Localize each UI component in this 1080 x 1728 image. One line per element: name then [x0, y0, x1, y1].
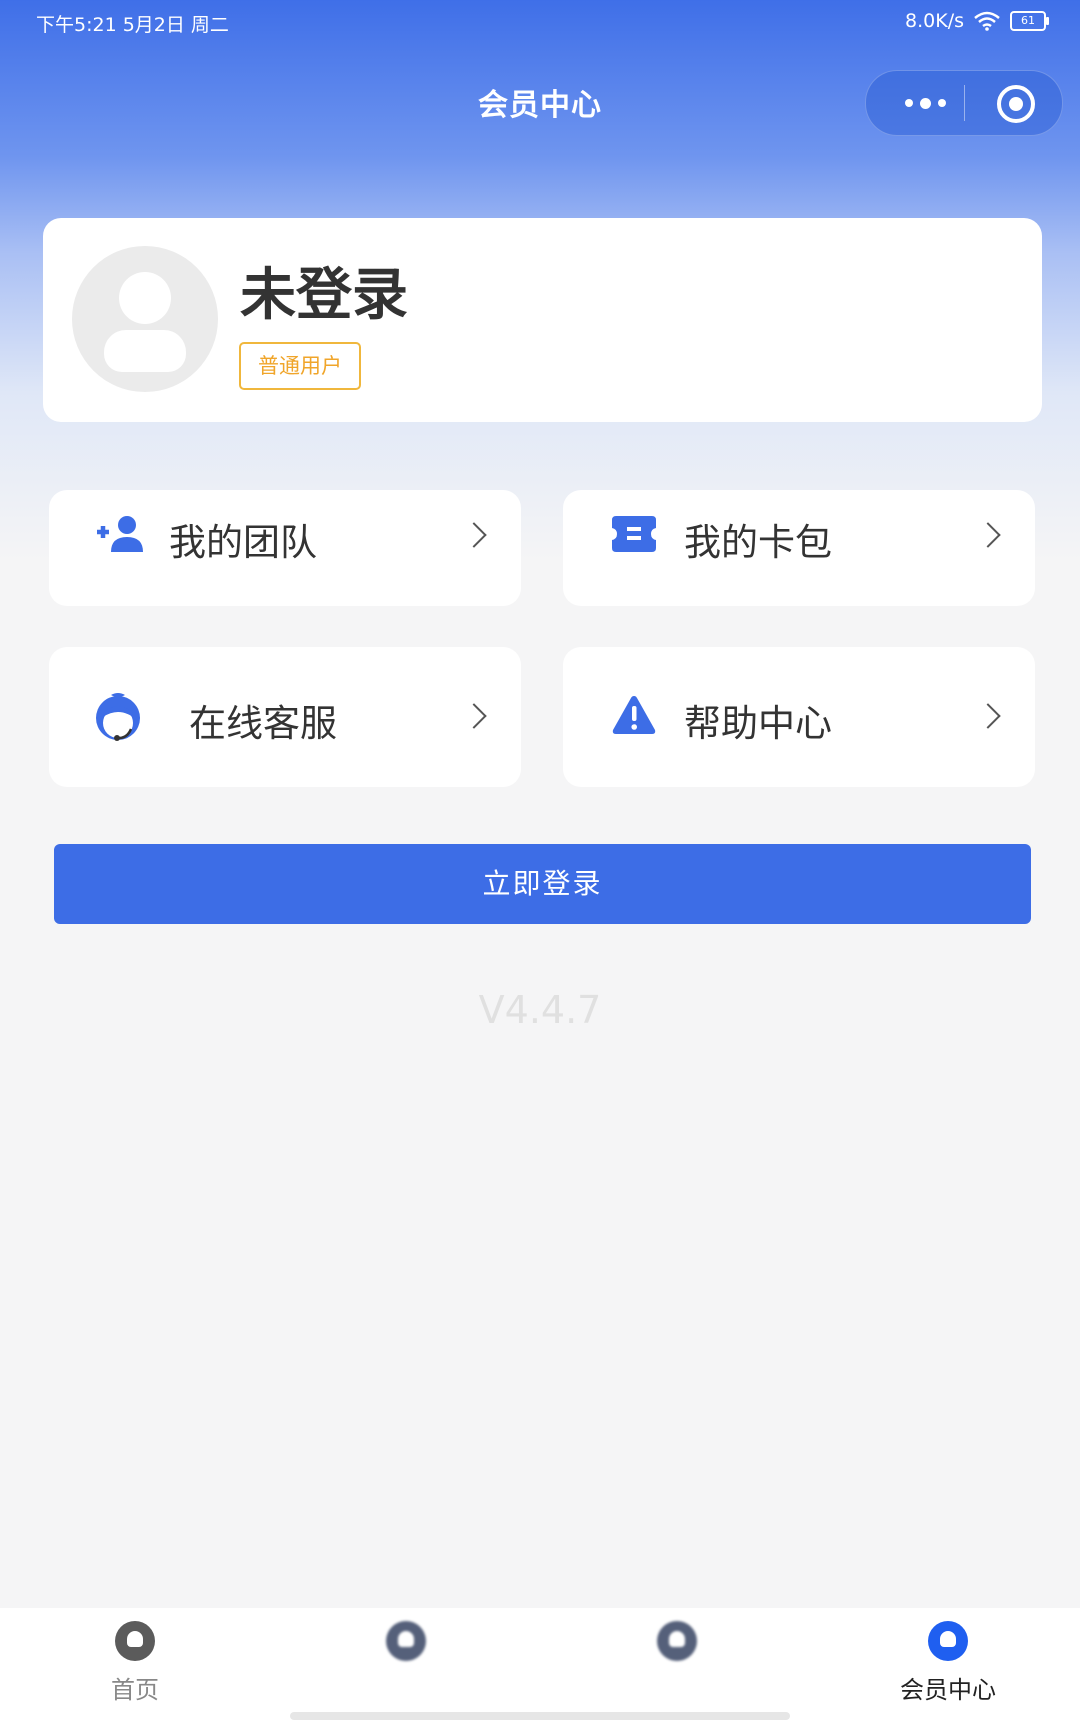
network-speed: 8.0K/s	[905, 10, 964, 32]
home-indicator	[290, 1712, 790, 1720]
chevron-right-icon	[461, 703, 487, 729]
add-user-icon	[97, 516, 143, 552]
status-right: 8.0K/s 61	[905, 10, 1049, 32]
chevron-right-icon	[975, 703, 1001, 729]
profile-card[interactable]: 未登录 普通用户	[43, 218, 1042, 422]
menu-item-team[interactable]: 我的团队	[49, 490, 521, 606]
menu-item-help[interactable]: 帮助中心	[563, 647, 1035, 787]
status-bar: 下午5:21 5月2日 周二 8.0K/s 61	[0, 0, 1080, 44]
customer-service-icon	[96, 693, 140, 741]
chevron-right-icon	[975, 522, 1001, 548]
login-button[interactable]: 立即登录	[54, 844, 1031, 924]
more-icon[interactable]	[890, 71, 960, 135]
tab-icon	[657, 1621, 697, 1661]
tab-member-center[interactable]: 会员中心	[813, 1608, 1080, 1728]
user-level-badge: 普通用户	[239, 342, 361, 390]
tab-3[interactable]	[542, 1608, 812, 1728]
menu-item-service[interactable]: 在线客服	[49, 647, 521, 787]
capsule-divider	[964, 85, 965, 121]
menu-item-label: 帮助中心	[684, 702, 832, 745]
profile-name: 未登录	[240, 263, 408, 328]
avatar[interactable]	[72, 246, 218, 392]
tab-2[interactable]	[271, 1608, 541, 1728]
status-time: 下午5:21 5月2日 周二	[36, 14, 229, 36]
menu-item-label: 我的卡包	[684, 521, 832, 564]
member-icon	[928, 1621, 968, 1661]
tab-home[interactable]: 首页	[0, 1608, 270, 1728]
menu-item-label: 我的团队	[169, 521, 317, 564]
menu-item-label: 在线客服	[189, 702, 337, 745]
close-target-icon[interactable]	[997, 85, 1035, 123]
battery-icon: 61	[1010, 11, 1049, 31]
wifi-icon	[974, 11, 1000, 31]
mini-program-capsule	[865, 70, 1063, 136]
bottom-tab-bar: 首页 会员中心	[0, 1608, 1080, 1728]
app-version: V4.4.7	[478, 988, 602, 1032]
home-icon	[115, 1621, 155, 1661]
menu-item-wallet[interactable]: 我的卡包	[563, 490, 1035, 606]
card-wallet-icon	[612, 516, 656, 552]
tab-label: 首页	[111, 1676, 159, 1704]
chevron-right-icon	[461, 522, 487, 548]
warning-icon	[612, 696, 656, 734]
tab-icon	[386, 1621, 426, 1661]
tab-label: 会员中心	[900, 1676, 996, 1704]
